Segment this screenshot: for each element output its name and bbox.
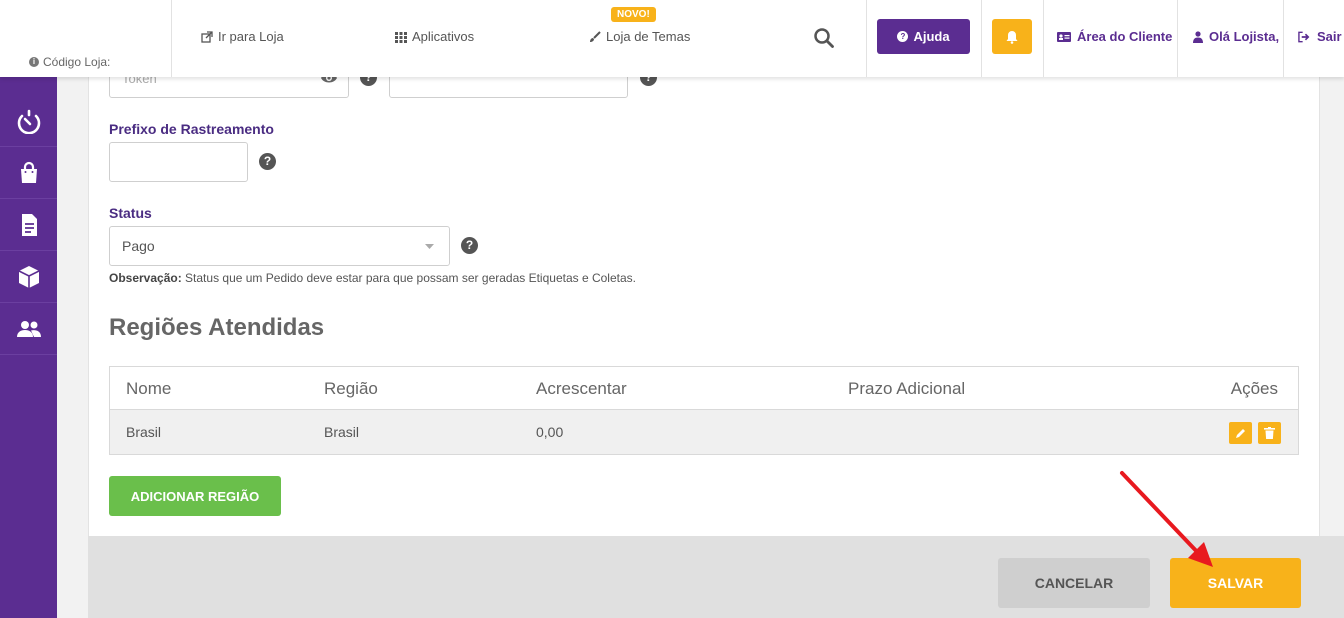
grid-icon [395,31,407,43]
delete-region-button[interactable] [1258,422,1281,444]
save-button[interactable]: SALVAR [1170,558,1301,608]
status-selected: Pago [122,238,155,254]
status-select[interactable]: Pago [109,226,450,266]
speedometer-icon [17,109,40,134]
go-to-store-label: Ir para Loja [218,29,284,44]
status-observation: Observação: Status que um Pedido deve es… [109,271,636,285]
column-header-prazo: Prazo Adicional [848,379,966,398]
cell-acrescentar: 0,00 [536,424,564,440]
tracking-prefix-label: Prefixo de Rastreamento [109,121,274,137]
column-header-regiao: Região [324,379,378,398]
sidebar-item-orders[interactable] [0,147,57,199]
logout-link[interactable]: Sair [1298,29,1342,44]
greeting-label: Olá Lojista, [1209,29,1280,44]
question-icon: ? [897,31,909,42]
box-icon [18,265,39,288]
user-icon [1193,30,1203,43]
trash-icon [1264,427,1275,439]
cancel-button[interactable]: CANCELAR [998,558,1150,608]
client-area-link[interactable]: Área do Cliente [1057,29,1172,44]
apps-label: Aplicativos [412,29,475,44]
tracking-prefix-help-icon[interactable]: ? [259,153,276,170]
column-header-acoes: Ações [1230,379,1278,398]
regions-table: Nome Região Acrescentar Prazo Adicional … [109,366,1299,455]
search-button[interactable] [812,26,836,50]
chevron-down-icon [425,244,434,249]
header-divider [981,0,982,77]
status-help-icon[interactable]: ? [461,237,478,254]
header-divider [1043,0,1044,77]
observation-text: Status que um Pedido deve estar para que… [185,271,636,285]
logout-label: Sair [1317,29,1342,44]
form-card [88,77,1320,536]
apps-link[interactable]: Aplicativos [395,29,474,44]
go-to-store-link[interactable]: Ir para Loja [201,29,284,44]
header-divider [1283,0,1284,77]
status-label: Status [109,205,152,221]
sidebar-item-dashboard[interactable] [0,95,57,147]
shopping-bag-icon [20,161,37,183]
client-area-label: Área do Cliente [1077,29,1173,44]
table-row: Brasil Brasil 0,00 [110,409,1298,454]
logo-area: i Código Loja: [0,0,172,77]
notifications-button[interactable] [992,19,1032,54]
observation-label: Observação: [109,271,182,285]
cell-nome: Brasil [126,424,162,440]
store-code: i Código Loja: [29,55,110,69]
search-icon [814,28,834,48]
cell-regiao: Brasil [324,424,360,440]
help-label: Ajuda [913,29,950,44]
edit-region-button[interactable] [1229,422,1252,444]
sidebar-item-customers[interactable] [0,303,57,355]
theme-store-label: Loja de Temas [606,29,691,44]
add-region-button[interactable]: ADICIONAR REGIÃO [109,476,281,516]
new-badge: NOVO! [611,7,656,22]
column-header-acrescentar: Acrescentar [536,379,627,398]
sidebar-item-products[interactable] [0,251,57,303]
document-icon [21,213,37,236]
tracking-prefix-input[interactable] [109,142,248,182]
column-header-nome: Nome [126,379,172,398]
top-header: i Código Loja: Ir para Loja Aplicativos … [0,0,1344,77]
sidebar [0,77,57,618]
brush-icon [590,30,601,42]
regions-title: Regiões Atendidas [109,314,325,341]
footer-actions-bar [88,536,1344,618]
bell-icon [1006,30,1018,44]
sign-out-icon [1298,31,1310,42]
header-divider [866,0,867,77]
sidebar-item-content[interactable] [0,199,57,251]
external-link-icon [201,30,213,43]
info-icon: i [29,57,39,67]
user-menu[interactable]: Olá Lojista, [1193,29,1279,44]
theme-store-link[interactable]: Loja de Temas [589,29,690,44]
pencil-icon [1235,429,1245,438]
id-card-icon [1057,31,1071,42]
header-divider [1177,0,1178,77]
help-button[interactable]: ? Ajuda [877,19,970,54]
store-code-label: Código Loja: [43,55,111,69]
users-icon [16,320,41,337]
